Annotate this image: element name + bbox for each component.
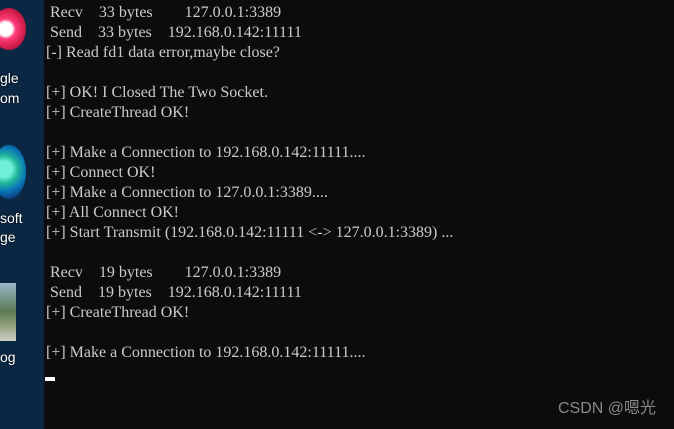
terminal-line: [-] Read fd1 data error,maybe close? — [46, 44, 280, 61]
watermark: CSDN @嗯光 — [557, 400, 656, 417]
chrome-icon — [0, 8, 26, 50]
chrome-label-part-2: om — [0, 90, 20, 106]
text-cursor — [45, 377, 55, 381]
terminal-line: [+] OK! I Closed The Two Socket. — [46, 84, 268, 101]
desktop-icons-strip: gle om soft ge og — [0, 0, 44, 429]
terminal-line: [+] CreateThread OK! — [46, 104, 190, 121]
terminal-line: Send 19 bytes 192.168.0.142:11111 — [46, 284, 302, 301]
terminal-line: [+] Make a Connection to 127.0.0.1:3389.… — [46, 184, 328, 201]
terminal-line: [+] CreateThread OK! — [46, 304, 190, 321]
terminal-line: Recv 19 bytes 127.0.0.1:3389 — [46, 264, 282, 281]
terminal-line: [+] Make a Connection to 192.168.0.142:1… — [46, 144, 366, 161]
terminal-line: [+] All Connect OK! — [46, 204, 179, 221]
terminal-line: Send 33 bytes 192.168.0.142:11111 — [46, 24, 302, 41]
terminal-window[interactable]: Recv 33 bytes 127.0.0.1:3389 Send 33 byt… — [44, 0, 674, 429]
edge-label-part-1: soft — [0, 210, 23, 226]
edge-label-part-2: ge — [0, 229, 16, 245]
photo-label: og — [0, 349, 16, 365]
terminal-line: Recv 33 bytes 127.0.0.1:3389 — [46, 4, 282, 21]
terminal-line: [+] Start Transmit (192.168.0.142:11111 … — [46, 224, 454, 241]
terminal-line: [+] Connect OK! — [46, 164, 156, 181]
chrome-label-part-1: gle — [0, 70, 19, 86]
terminal-line: [+] Make a Connection to 192.168.0.142:1… — [46, 344, 366, 361]
edge-icon — [0, 145, 26, 199]
photo-icon — [0, 283, 16, 341]
